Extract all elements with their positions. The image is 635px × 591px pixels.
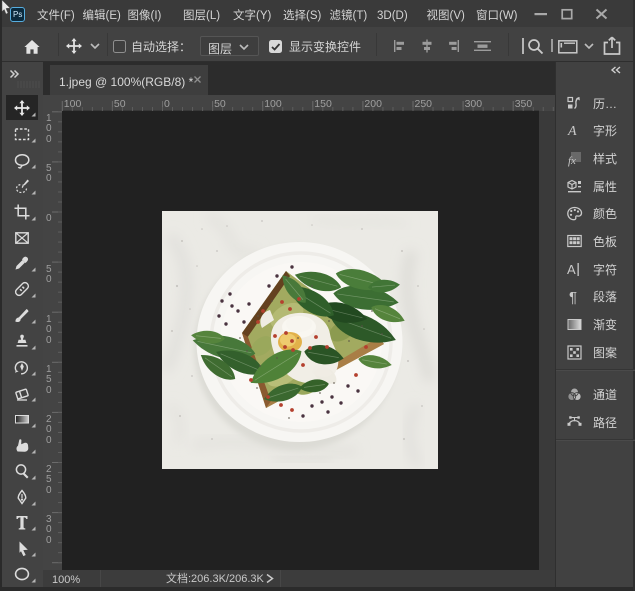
svg-text:¶: ¶ (569, 289, 577, 306)
svg-text:A: A (567, 262, 576, 277)
svg-text:fx: fx (568, 155, 576, 167)
svg-text:A: A (567, 124, 577, 139)
